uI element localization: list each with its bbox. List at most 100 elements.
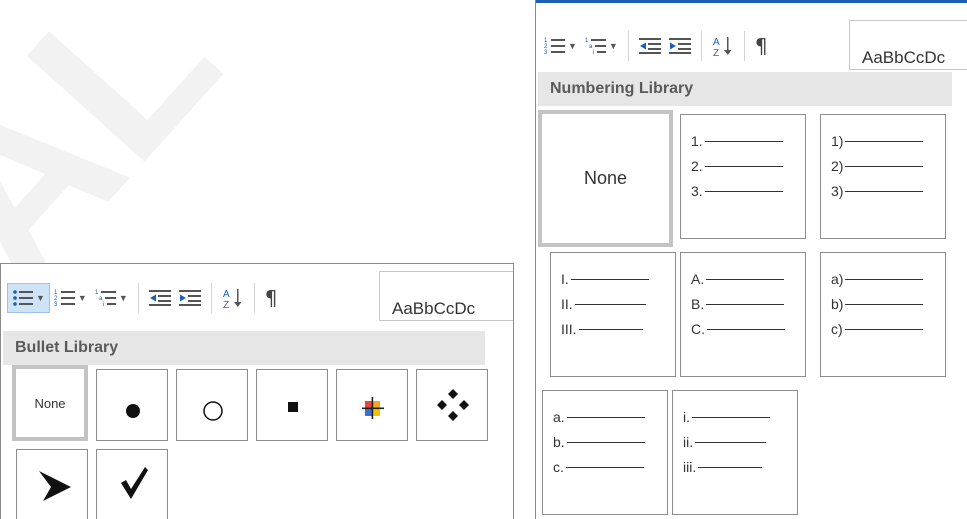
multilevel-list-icon: 1 a i: [95, 290, 116, 308]
numbering-marker: iii.: [683, 459, 697, 475]
numbering-preview-line: a): [831, 271, 924, 287]
numbering-marker: a.: [553, 409, 565, 425]
numbering-preview-line: i.: [683, 409, 770, 425]
numbering-format-tile[interactable]: 1. 2. 3.: [680, 114, 806, 239]
increase-indent-icon: [668, 38, 691, 54]
numbering-button[interactable]: 1 2 3 ▼: [50, 283, 91, 313]
toolbar-divider: [253, 283, 255, 313]
preview-dash-line: [704, 190, 783, 192]
svg-text:A: A: [713, 37, 720, 48]
show-formatting-button[interactable]: ¶: [261, 283, 282, 313]
numbering-marker: 2.: [691, 158, 703, 174]
numbering-none-tile[interactable]: None: [538, 110, 673, 247]
preview-dash-line: [698, 466, 763, 468]
numbering-format-tile[interactable]: 1) 2) 3): [820, 114, 946, 239]
numbering-marker: C.: [691, 321, 705, 337]
bullet-tile[interactable]: [96, 449, 168, 519]
top-accent-bar: [536, 0, 967, 3]
numbering-preview-line: c.: [553, 459, 644, 475]
decrease-indent-icon: [148, 290, 171, 306]
increase-indent-button[interactable]: [665, 31, 695, 61]
sort-button[interactable]: A Z: [708, 31, 738, 61]
increase-indent-button[interactable]: [175, 283, 205, 313]
decrease-indent-button[interactable]: [635, 31, 665, 61]
styles-gallery[interactable]: AaBbCcDc: [849, 20, 967, 70]
numbering-format-tile[interactable]: a. b. c.: [542, 390, 668, 515]
pilcrow-icon: ¶: [264, 286, 278, 310]
decrease-indent-icon: [638, 38, 661, 54]
numbering-format-tile[interactable]: I. II. III.: [550, 252, 676, 377]
numbering-preview-line: A.: [691, 271, 785, 287]
bullet-tile[interactable]: [416, 369, 488, 441]
numbering-format-tile[interactable]: i. ii. iii.: [672, 390, 798, 515]
bullet-tile[interactable]: [256, 369, 328, 441]
multilevel-list-icon: 1 a i: [585, 38, 606, 56]
numbering-format-tile[interactable]: A. B. C.: [680, 252, 806, 377]
bullet-tile[interactable]: [96, 369, 168, 441]
svg-text:A: A: [223, 289, 230, 300]
library-title: Numbering Library: [550, 80, 694, 97]
diamond-cluster-icon: [417, 370, 487, 440]
style-preview-text: AaBbCcDc: [862, 48, 946, 67]
styles-gallery[interactable]: AaBbCcDc: [379, 271, 513, 321]
numbering-preview-line: III.: [561, 321, 643, 337]
numbering-format-tile[interactable]: a) b) c): [820, 252, 946, 377]
decrease-indent-button[interactable]: [145, 283, 175, 313]
preview-dash-line: [845, 278, 924, 280]
show-formatting-button[interactable]: ¶: [751, 31, 772, 61]
bullets-icon: [13, 290, 33, 306]
preview-dash-line: [578, 328, 643, 330]
none-label: None: [34, 395, 66, 411]
chevron-down-icon: ▼: [608, 41, 618, 51]
chevron-down-icon: ▼: [118, 293, 128, 303]
preview-dash-line: [574, 303, 646, 305]
preview-dash-line: [845, 190, 924, 192]
svg-text:Z: Z: [223, 300, 229, 309]
multilevel-list-button[interactable]: 1 a i ▼: [581, 31, 622, 61]
arrowhead-icon: [17, 450, 87, 519]
multilevel-list-button[interactable]: 1 a i ▼: [91, 283, 132, 313]
numbering-preview-line: a.: [553, 409, 645, 425]
numbering-preview-line: ii.: [683, 434, 767, 450]
preview-dash-line: [695, 441, 767, 443]
svg-text:i: i: [103, 302, 104, 308]
toolbar-divider: [210, 283, 212, 313]
numbering-preview-line: II.: [561, 296, 646, 312]
bullet-none-tile[interactable]: None: [12, 365, 88, 441]
svg-text:3: 3: [544, 50, 548, 56]
toolbar-divider: [627, 31, 629, 61]
numbering-preview-line: 2.: [691, 158, 783, 174]
chevron-down-icon: ▼: [77, 293, 87, 303]
style-preview-text: AaBbCcDc: [392, 299, 476, 318]
sort-button[interactable]: A Z: [218, 283, 248, 313]
numbering-marker: ii.: [683, 434, 694, 450]
numbering-preview-line: iii.: [683, 459, 763, 475]
numbering-preview-line: b.: [553, 434, 645, 450]
bullets-button[interactable]: ▼: [7, 283, 50, 313]
numbering-marker: 1.: [691, 133, 703, 149]
numbering-preview-line: I.: [561, 271, 649, 287]
library-header: Numbering Library: [538, 72, 952, 106]
bullet-library-panel: ▼ 1 2 3 ▼ 1 a i ▼ A Z ¶ AaBbCcDc Bullet …: [0, 263, 514, 519]
svg-text:i: i: [593, 50, 594, 56]
preview-dash-line: [707, 328, 785, 330]
svg-text:3: 3: [54, 302, 58, 308]
bullet-tile[interactable]: [336, 369, 408, 441]
filled-square-icon: [257, 370, 327, 440]
preview-dash-line: [692, 416, 770, 418]
preview-dash-line: [845, 140, 924, 142]
chevron-down-icon: ▼: [36, 293, 45, 303]
library-title: Bullet Library: [15, 339, 119, 356]
numbering-marker: a): [831, 271, 844, 287]
preview-dash-line: [566, 416, 645, 418]
bullets-button[interactable]: 1 2 3 ▼: [540, 31, 581, 61]
preview-dash-line: [844, 328, 923, 330]
bullet-tile[interactable]: [176, 369, 248, 441]
numbering-preview-line: C.: [691, 321, 785, 337]
numbering-marker: B.: [691, 296, 705, 312]
numbering-marker: 3.: [691, 183, 703, 199]
numbering-marker: c): [831, 321, 843, 337]
bullet-tile[interactable]: [16, 449, 88, 519]
colored-square-icon: [337, 370, 407, 440]
filled-circle-icon: [97, 370, 167, 440]
